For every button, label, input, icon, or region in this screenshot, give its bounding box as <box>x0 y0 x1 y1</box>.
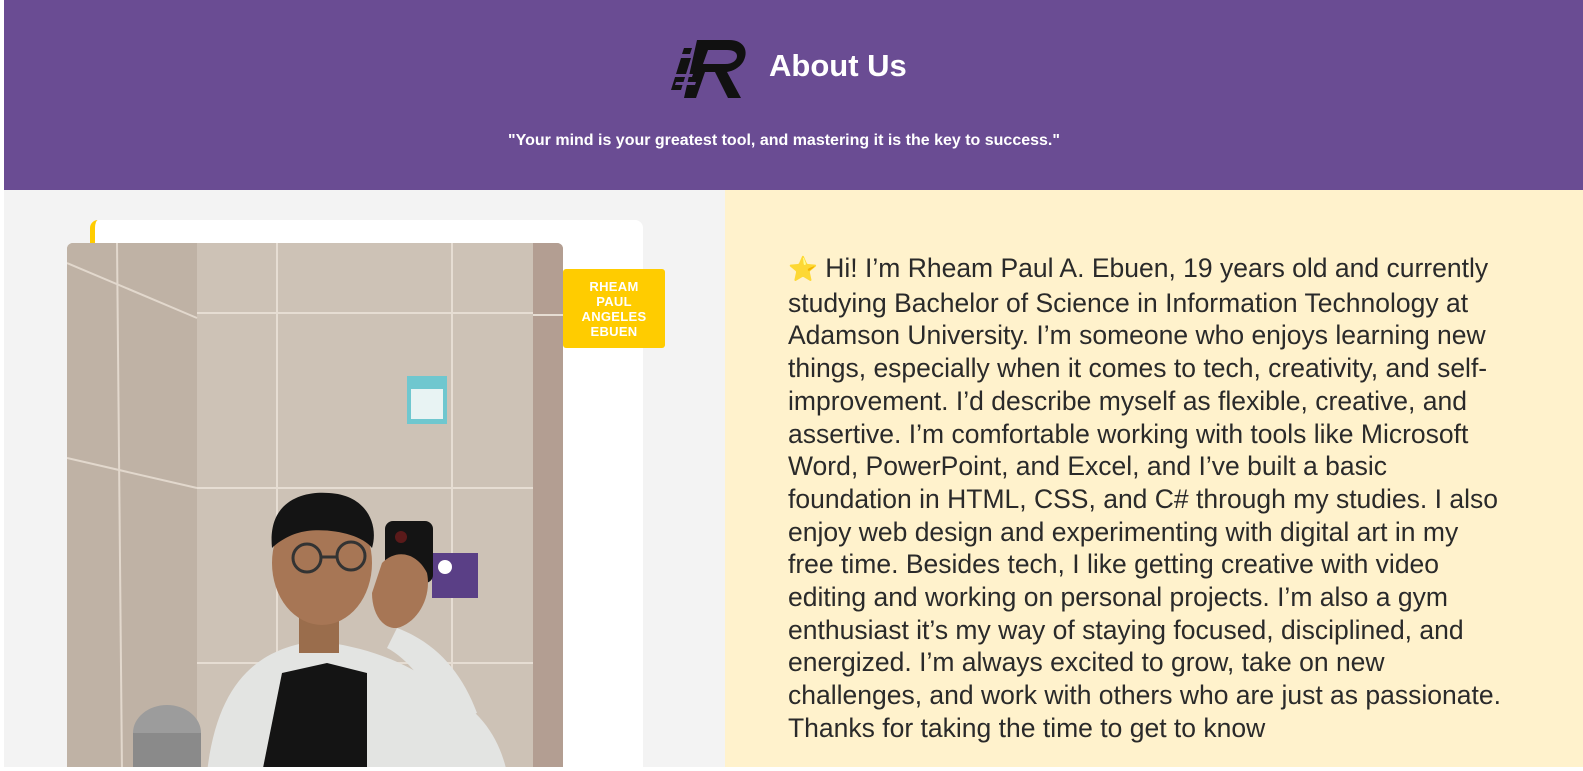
star-icon: ⭐ <box>788 256 818 283</box>
bio-text-block: ⭐ Hi! I’m Rheam Paul A. Ebuen, 19 years … <box>788 252 1510 745</box>
bio-text: Hi! I’m Rheam Paul A. Ebuen, 19 years ol… <box>788 253 1501 743</box>
name-tag: RHEAM PAUL ANGELES EBUEN <box>563 269 665 348</box>
ir-monogram-logo-icon <box>671 40 746 98</box>
bio-panel: ⭐ Hi! I’m Rheam Paul A. Ebuen, 19 years … <box>725 190 1583 767</box>
name-tag-label: RHEAM PAUL ANGELES EBUEN <box>581 278 647 339</box>
header-quote: "Your mind is your greatest tool, and ma… <box>508 132 1060 149</box>
photo-illustration <box>67 243 563 767</box>
profile-panel: RHEAM PAUL ANGELES EBUEN <box>4 190 725 767</box>
mirror-selfie-photo <box>67 243 563 767</box>
page-title: About Us <box>769 48 907 83</box>
page-header: About Us "Your mind is your greatest too… <box>4 0 1583 190</box>
page: About Us "Your mind is your greatest too… <box>4 0 1583 767</box>
